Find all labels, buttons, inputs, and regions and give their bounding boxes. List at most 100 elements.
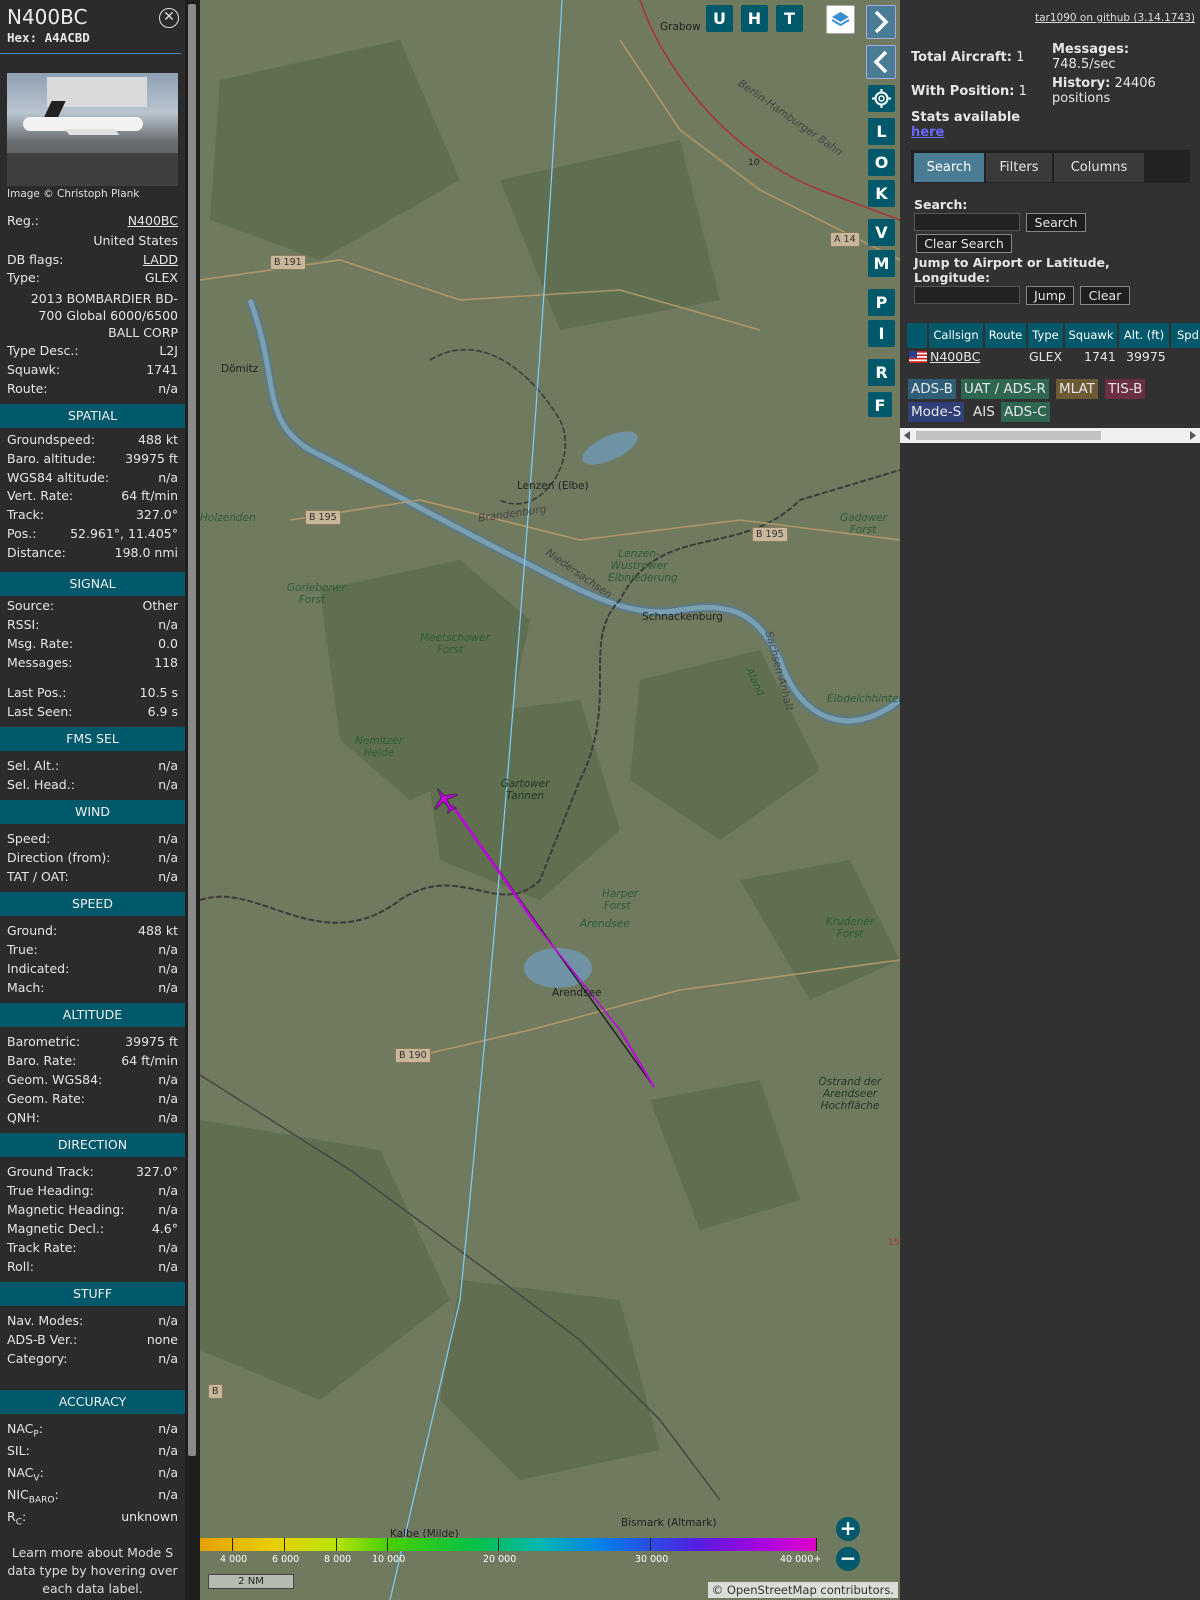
tab-columns[interactable]: Columns — [1054, 153, 1144, 182]
type-row: Type: GLEX — [7, 270, 178, 285]
altitude-legend-label: 30 000 — [635, 1554, 669, 1565]
toggle-m-button[interactable]: M — [868, 250, 895, 277]
aircraft-photo[interactable] — [7, 73, 178, 186]
github-link[interactable]: tar1090 on github (3.14.1743) — [1035, 12, 1195, 24]
info-row: Ground: 488 kt — [7, 922, 178, 940]
info-label: Sel. Head.: — [7, 777, 75, 792]
search-button[interactable]: Search — [1026, 213, 1086, 232]
info-value: n/a — [158, 831, 178, 846]
info-row: Baro. Rate: 64 ft/min — [7, 1052, 178, 1070]
search-input[interactable] — [914, 213, 1020, 231]
info-label: TAT / OAT: — [7, 869, 69, 884]
chevron-left-icon[interactable] — [866, 45, 896, 79]
sidebar-panel: tar1090 on github (3.14.1743) Total Airc… — [900, 0, 1200, 1600]
info-row: WGS84 altitude: n/a — [7, 469, 178, 487]
row-callsign[interactable]: N400BC — [930, 347, 980, 367]
table-horizontal-scrollbar[interactable] — [900, 428, 1200, 443]
close-icon[interactable]: ✕ — [159, 8, 179, 28]
type-desc-row: Type Desc.: L2J — [7, 343, 178, 358]
info-value: 52.961°, 11.405° — [70, 526, 178, 541]
toggle-h-button[interactable]: H — [741, 5, 768, 32]
db-flags-link[interactable]: LADD — [143, 251, 178, 269]
table-header-altitude[interactable]: Alt. (ft) — [1119, 323, 1169, 348]
forest-label: Nemitzer Heide — [355, 735, 403, 759]
info-value: 4.6° — [151, 1221, 178, 1236]
toggle-l-button[interactable]: L — [868, 118, 895, 145]
place-label: Schnackenburg — [642, 611, 723, 623]
info-value: 198.0 nmi — [114, 544, 178, 560]
jump-button[interactable]: Jump — [1026, 286, 1074, 305]
forest-label: Ostrand der Arendseer Hochfläche — [818, 1076, 882, 1112]
zoom-in-button[interactable]: + — [836, 1517, 860, 1541]
info-row: QNH: n/a — [7, 1109, 178, 1127]
jump-input[interactable] — [914, 286, 1020, 304]
section-spatial: SPATIAL — [0, 404, 185, 428]
legend-adsb: ADS-B — [908, 379, 956, 399]
toggle-t-button[interactable]: T — [776, 5, 803, 32]
zoom-out-button[interactable]: − — [836, 1547, 860, 1571]
info-row: Ground Track: 327.0° — [7, 1163, 178, 1181]
table-header-route[interactable]: Route — [985, 323, 1026, 348]
stats-link[interactable]: here — [911, 125, 944, 140]
info-row: RC: unknown — [7, 1508, 178, 1528]
table-header-callsign[interactable]: Callsign — [929, 323, 983, 348]
table-header-speed[interactable]: Spd. — [1171, 323, 1200, 348]
toggle-u-button[interactable]: U — [706, 5, 733, 32]
tab-filters[interactable]: Filters — [986, 153, 1052, 182]
table-header-type[interactable]: Type — [1028, 323, 1063, 348]
info-label: Magnetic Decl.: — [7, 1221, 105, 1236]
table-header-squawk[interactable]: Squawk — [1065, 323, 1117, 348]
info-label: True Heading: — [7, 1183, 94, 1198]
info-value: n/a — [158, 1259, 178, 1274]
info-label: Ground Track: — [7, 1164, 94, 1179]
aircraft-track — [450, 804, 655, 1088]
road-tag: B 191 — [270, 255, 306, 270]
map-view[interactable]: Grabow Dömitz Lenzen (Elbe) Schnackenbur… — [200, 0, 900, 1600]
messages-stat: Messages: 748.5/sec — [1052, 42, 1130, 72]
toggle-k-button[interactable]: K — [868, 180, 895, 207]
left-panel-scrollbar[interactable] — [185, 0, 200, 1600]
info-label: Track: — [7, 507, 44, 523]
info-label: Category: — [7, 1351, 68, 1366]
aircraft-icon[interactable] — [430, 785, 460, 815]
toggle-o-button[interactable]: O — [868, 149, 895, 176]
tab-search[interactable]: Search — [914, 153, 984, 182]
road-tag: B 195 — [752, 527, 788, 542]
info-row: Msg. Rate: 0.0 — [7, 635, 178, 653]
toggle-p-button[interactable]: P — [868, 289, 895, 316]
clear-button[interactable]: Clear — [1080, 286, 1130, 305]
footer-note: Learn more about Mode S data type by hov… — [7, 1545, 178, 1596]
toggle-r-button[interactable]: R — [868, 359, 895, 386]
info-label: RSSI: — [7, 617, 40, 632]
legend-modes: Mode-S — [908, 402, 965, 422]
info-label: Groundspeed: — [7, 432, 95, 447]
info-label: NACV: — [7, 1465, 44, 1484]
legend-tisb: TIS-B — [1105, 379, 1146, 399]
settings-gear-icon[interactable] — [868, 85, 895, 112]
table-header-flag — [907, 323, 927, 348]
map-attribution[interactable]: © OpenStreetMap contributors. — [707, 1582, 898, 1598]
layers-icon[interactable] — [826, 5, 855, 34]
toggle-i-button[interactable]: I — [868, 320, 895, 347]
total-aircraft-stat: Total Aircraft: 1 — [911, 50, 1025, 65]
info-value: none — [146, 1332, 178, 1347]
db-flags-row: DB flags: LADD — [7, 251, 178, 269]
toggle-v-button[interactable]: V — [868, 219, 895, 246]
place-label: Bismark (Altmark) — [621, 1517, 717, 1529]
forest-label: Krudener Forst — [825, 916, 875, 940]
section-altitude: ALTITUDE — [0, 1003, 185, 1027]
info-value: 0.0 — [158, 636, 178, 651]
clear-search-button[interactable]: Clear Search — [916, 234, 1012, 253]
stats-available: Stats available here — [911, 110, 1021, 140]
with-position-stat: With Position: 1 — [911, 84, 1027, 99]
aircraft-owner: BALL CORP — [108, 325, 178, 340]
info-value: n/a — [158, 617, 178, 632]
chevron-right-icon[interactable] — [866, 5, 896, 39]
info-value: 6.9 s — [147, 704, 178, 719]
toggle-f-button[interactable]: F — [868, 392, 892, 417]
info-label: Direction (from): — [7, 850, 111, 865]
info-row: Category: n/a — [7, 1350, 178, 1368]
forest-label: Gorlebener Forst — [287, 582, 346, 606]
forest-label: Lenzen-Wustrower Elbniederung — [608, 548, 678, 584]
reg-link[interactable]: N400BC — [128, 212, 178, 230]
